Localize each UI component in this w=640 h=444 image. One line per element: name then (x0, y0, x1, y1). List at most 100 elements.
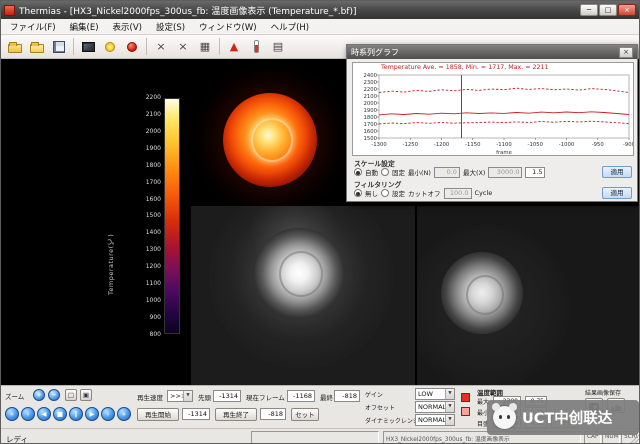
save-button[interactable] (49, 37, 69, 57)
play-end-button[interactable]: 再生終了 (215, 408, 257, 421)
svg-text:1700: 1700 (364, 122, 378, 128)
fit-window-button[interactable]: □ (65, 389, 77, 401)
palette-swatch-pink-button[interactable] (461, 407, 470, 416)
vendor-watermark: UCT中创联达 (487, 400, 639, 435)
head-frame-field[interactable]: -1314 (213, 390, 241, 402)
skip-start-icon: « (10, 410, 14, 418)
menu-help[interactable]: ヘルプ(H) (264, 20, 317, 34)
fast-forward-button[interactable]: › (101, 407, 115, 421)
data-table-button[interactable]: ▤ (268, 37, 288, 57)
record-button[interactable] (122, 37, 142, 57)
grayscale-hotspot-right (441, 252, 523, 334)
alarm-button[interactable]: ▲ (224, 37, 244, 57)
app-icon (4, 5, 15, 16)
scale-settings-row: 自動 固定 最小(N) 0.0 最大(X) 3000.0 1.5 適用 (354, 166, 632, 178)
skip-start-button[interactable]: « (5, 407, 19, 421)
grayscale-panel-left[interactable] (191, 206, 415, 385)
filter-set-label: 設定 (392, 188, 405, 198)
svg-text:-1150: -1150 (465, 142, 481, 148)
scale-max-label: 最大(X) (463, 167, 486, 177)
head-label: 先頭 (198, 392, 211, 402)
play-reverse-button[interactable]: ◀ (37, 407, 51, 421)
colorbar-tick: 1900 (146, 145, 161, 152)
play-start-button[interactable]: 再生開始 (137, 408, 179, 421)
scale-extra-field[interactable]: 1.5 (525, 167, 545, 178)
scale-max-field[interactable]: 3000.0 (488, 167, 522, 178)
speed-label: 再生速度 (137, 392, 163, 402)
pause-button[interactable]: ‖ (69, 407, 83, 421)
colorbar-gradient (164, 98, 180, 334)
maximize-button[interactable]: □ (599, 4, 617, 16)
close-all-button[interactable]: × (173, 37, 193, 57)
grid-view-button[interactable]: ▦ (195, 37, 215, 57)
filter-none-radio[interactable] (354, 189, 362, 197)
watermark-text: UCT中创联达 (522, 407, 612, 428)
title-bar[interactable]: Thermias - [HX3_Nickel2000fps_300us_fb: … (1, 1, 639, 19)
offset-label: オフセット (365, 403, 395, 412)
filter-set-radio[interactable] (381, 189, 389, 197)
menu-settings[interactable]: 設定(S) (149, 20, 192, 34)
cutoff-field[interactable]: 100.0 (444, 188, 472, 199)
current-frame-field[interactable]: -1168 (287, 390, 315, 402)
play-button[interactable]: ▶ (85, 407, 99, 421)
menu-view[interactable]: 表示(V) (106, 20, 149, 34)
filter-none-label: 無し (365, 188, 378, 198)
palette-swatch-red-button[interactable] (461, 393, 470, 402)
dynamic-range-dropdown[interactable]: NORMAL (415, 414, 455, 426)
svg-text:-1300: -1300 (371, 142, 387, 148)
timeseries-graph-window[interactable]: 時系列グラフ × 1500160017001800190020002100220… (346, 44, 638, 202)
graph-window-titlebar[interactable]: 時系列グラフ × (347, 45, 637, 59)
colorbar-tick: 2000 (146, 128, 161, 135)
open-file-button[interactable] (5, 37, 25, 57)
brightness-button[interactable] (100, 37, 120, 57)
open-recent-button[interactable] (27, 37, 47, 57)
application-window: Thermias - [HX3_Nickel2000fps_300us_fb: … (0, 0, 640, 444)
display-mode-button[interactable] (78, 37, 98, 57)
svg-text:frame: frame (496, 150, 512, 155)
play-reverse-icon: ◀ (42, 410, 47, 418)
colorbar-tick: 2100 (146, 111, 161, 118)
menu-file[interactable]: ファイル(F) (3, 20, 63, 34)
scale-apply-button[interactable]: 適用 (602, 166, 632, 178)
offset-dropdown[interactable]: NORMAL (415, 401, 455, 413)
speed-dropdown[interactable]: >>> (167, 390, 193, 402)
stop-button[interactable]: ■ (53, 407, 67, 421)
window-title: Thermias - [HX3_Nickel2000fps_300us_fb: … (19, 4, 356, 17)
colorbar-tick: 1500 (146, 212, 161, 219)
graph-close-button[interactable]: × (619, 47, 633, 58)
menu-window[interactable]: ウィンドウ(W) (192, 20, 264, 34)
set-button[interactable]: セット (291, 408, 319, 421)
play-end-field[interactable]: -818 (260, 408, 286, 420)
mascot-eye (507, 415, 510, 419)
colorbar-tick: 1600 (146, 196, 161, 203)
close-button[interactable]: × (618, 4, 636, 16)
zoom-out-button[interactable]: − (48, 389, 60, 401)
svg-text:1800: 1800 (364, 115, 378, 121)
cutoff-label: カットオフ (408, 188, 441, 198)
last-frame-field[interactable]: -818 (334, 390, 360, 402)
fast-rewind-icon: ‹ (27, 410, 30, 418)
close-view-button[interactable]: × (151, 37, 171, 57)
minimize-button[interactable]: ─ (580, 4, 598, 16)
zoom-in-button[interactable]: + (33, 389, 45, 401)
fast-rewind-button[interactable]: ‹ (21, 407, 35, 421)
filter-apply-button[interactable]: 適用 (602, 187, 632, 199)
thermometer-button[interactable] (246, 37, 266, 57)
skip-end-button[interactable]: » (117, 407, 131, 421)
gain-dropdown[interactable]: LOW (415, 388, 455, 400)
folder-import-icon (30, 44, 44, 53)
scale-min-field[interactable]: 0.0 (434, 167, 460, 178)
grayscale-panel-right[interactable] (417, 206, 640, 385)
mascot-ear (509, 403, 517, 411)
timeseries-chart: 1500160017001800190020002100220023002400… (352, 62, 634, 156)
actual-size-icon: ▣ (83, 391, 89, 399)
scale-fixed-radio[interactable] (381, 168, 389, 176)
colorbar-tick: 1700 (146, 179, 161, 186)
actual-size-button[interactable]: ▣ (80, 389, 92, 401)
colorbar-tick: 900 (150, 314, 161, 321)
menu-edit[interactable]: 編集(E) (63, 20, 106, 34)
play-start-field[interactable]: -1314 (182, 408, 210, 420)
scale-auto-radio[interactable] (354, 168, 362, 176)
monitor-icon (82, 42, 95, 52)
colorbar-tick: 2200 (146, 94, 161, 101)
